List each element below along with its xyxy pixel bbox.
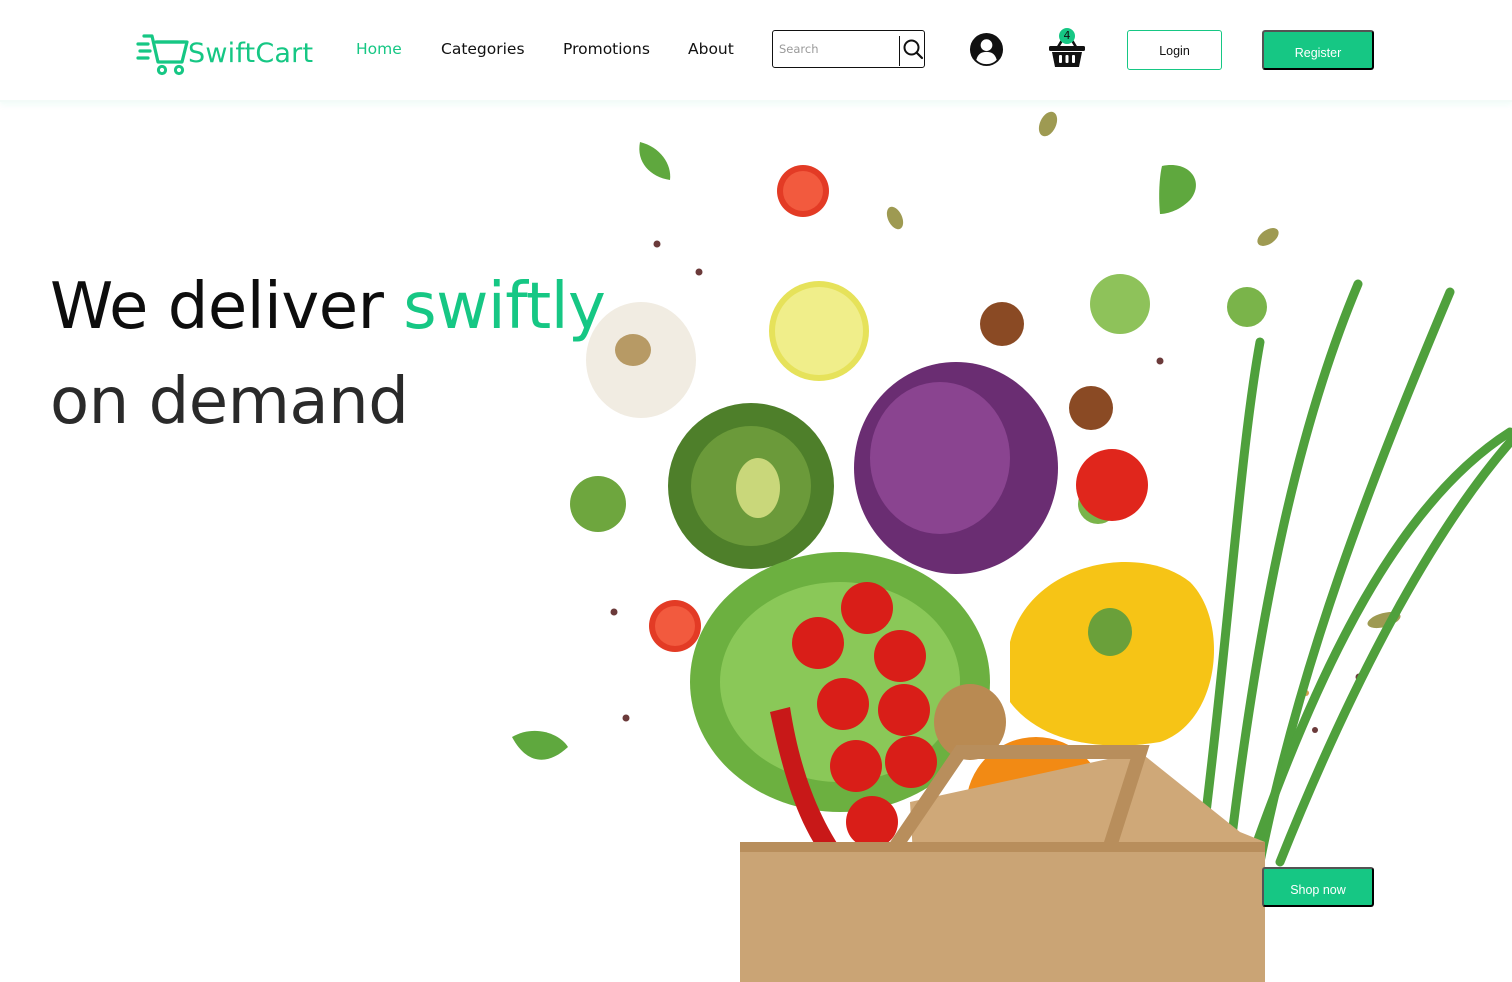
nav-categories[interactable]: Categories <box>441 40 525 62</box>
search-divider <box>899 36 901 66</box>
search-input[interactable] <box>773 31 897 67</box>
hero-headline-line2: on demand <box>50 365 409 439</box>
shop-now-button[interactable]: Shop now <box>1262 867 1374 907</box>
shopping-cart-speed-icon <box>136 34 189 76</box>
nav-home[interactable]: Home <box>356 40 402 62</box>
user-avatar-icon[interactable] <box>969 32 1004 67</box>
nav-promotions[interactable]: Promotions <box>563 40 650 62</box>
login-button[interactable]: Login <box>1127 30 1222 70</box>
search-icon[interactable] <box>902 38 924 60</box>
site-header: SwiftCart Home Categories Promotions Abo… <box>0 0 1512 102</box>
grocery-bag-vegetables-illustration <box>512 111 1512 982</box>
register-button[interactable]: Register <box>1262 30 1374 70</box>
cart-count-badge: 4 <box>1059 28 1075 44</box>
search-box <box>772 30 925 68</box>
hero-headline-part1: We deliver <box>50 270 404 344</box>
brand-logo[interactable]: SwiftCart <box>136 30 313 76</box>
nav-about[interactable]: About <box>688 40 734 62</box>
brand-name: SwiftCart <box>188 37 314 69</box>
